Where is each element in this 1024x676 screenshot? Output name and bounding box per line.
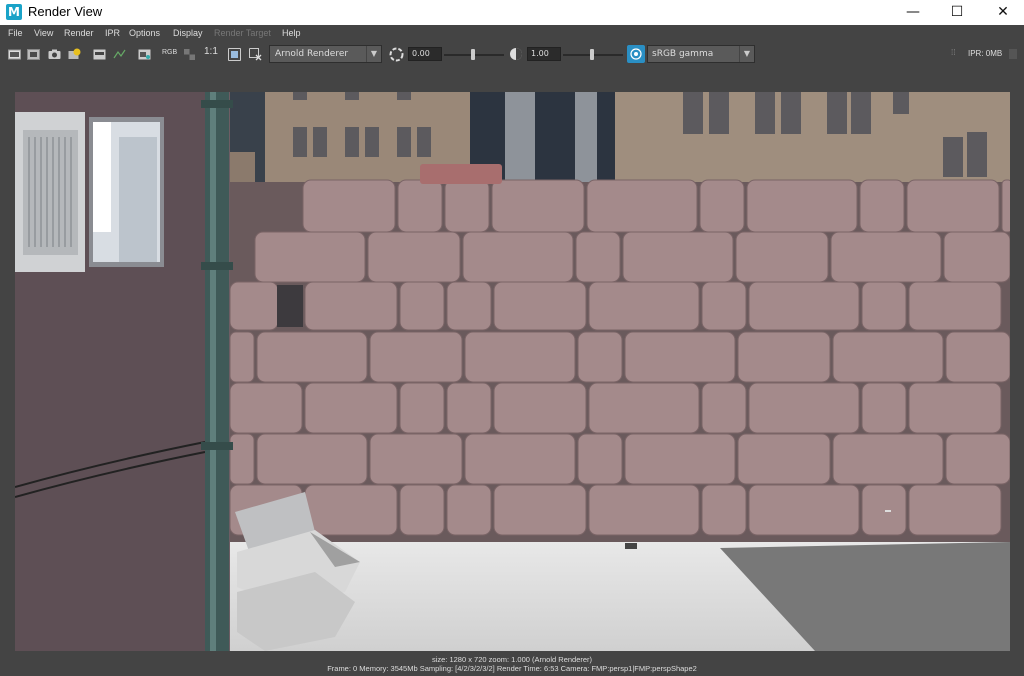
menu-options[interactable]: Options — [129, 28, 160, 38]
window-title: Render View — [28, 4, 103, 19]
exposure-reset-icon[interactable] — [389, 47, 404, 62]
menu-view[interactable]: View — [34, 28, 53, 38]
alpha-channel-icon[interactable] — [183, 48, 196, 61]
menu-bar: File View Render IPR Options Display Ren… — [0, 25, 1024, 42]
color-management-icon[interactable] — [228, 48, 241, 61]
menu-render[interactable]: Render — [64, 28, 94, 38]
exposure-slider-handle[interactable] — [471, 49, 475, 60]
snapshot-icon[interactable] — [48, 48, 61, 61]
cleanup-icon[interactable] — [249, 48, 262, 61]
ipr-memory-label: IPR: 0MB — [968, 49, 1003, 58]
stop-ipr-icon[interactable] — [1008, 48, 1018, 60]
view-transform-dropdown[interactable]: sRGB gamma ▼ — [647, 45, 755, 63]
menu-help[interactable]: Help — [282, 28, 301, 38]
render-toolbar: RGB 1:1 Arnold Renderer ▼ 0.00 1.00 sRGB… — [0, 42, 1024, 68]
menu-render-target: Render Target — [214, 28, 271, 38]
render-image[interactable] — [15, 92, 1010, 651]
view-transform-value: sRGB gamma — [652, 49, 714, 59]
rendered-scene-image — [15, 92, 1010, 651]
view-transform-toggle-icon[interactable] — [627, 45, 645, 63]
minimize-button[interactable]: — — [890, 0, 936, 25]
open-image-icon[interactable] — [138, 48, 151, 61]
remove-image-icon[interactable] — [113, 48, 126, 61]
real-size-button[interactable]: 1:1 — [204, 46, 218, 57]
maya-app-icon: M — [6, 4, 22, 20]
renderer-dropdown[interactable]: Arnold Renderer ▼ — [269, 45, 382, 63]
menu-file[interactable]: File — [8, 28, 23, 38]
gamma-field[interactable]: 1.00 — [527, 47, 561, 61]
renderer-value: Arnold Renderer — [275, 49, 349, 59]
gamma-reset-icon[interactable] — [509, 47, 523, 61]
menu-display[interactable]: Display — [173, 28, 203, 38]
chevron-down-icon: ▼ — [366, 46, 381, 62]
gamma-slider-handle[interactable] — [590, 49, 594, 60]
render-viewport[interactable] — [0, 67, 1024, 651]
toolbar-separator: ⁞⁞ — [951, 48, 956, 57]
render-region-icon[interactable] — [27, 48, 40, 61]
exposure-field[interactable]: 0.00 — [408, 47, 442, 61]
render-frame-icon[interactable] — [8, 48, 21, 61]
ipr-render-icon[interactable] — [68, 48, 81, 61]
chevron-down-icon: ▼ — [739, 46, 754, 62]
rgb-channel-button[interactable]: RGB — [162, 49, 177, 56]
maximize-button[interactable]: ☐ — [934, 0, 980, 25]
status-line-render-info: Frame: 0 Memory: 3545Mb Sampling: [4/2/3… — [327, 664, 697, 673]
close-button[interactable]: ✕ — [980, 0, 1024, 25]
title-bar: M Render View — ☐ ✕ — [0, 0, 1024, 25]
status-line-size: size: 1280 x 720 zoom: 1.000 (Arnold Ren… — [431, 655, 593, 664]
menu-ipr[interactable]: IPR — [105, 28, 120, 38]
status-bar: size: 1280 x 720 zoom: 1.000 (Arnold Ren… — [0, 651, 1024, 676]
keep-image-icon[interactable] — [93, 48, 106, 61]
